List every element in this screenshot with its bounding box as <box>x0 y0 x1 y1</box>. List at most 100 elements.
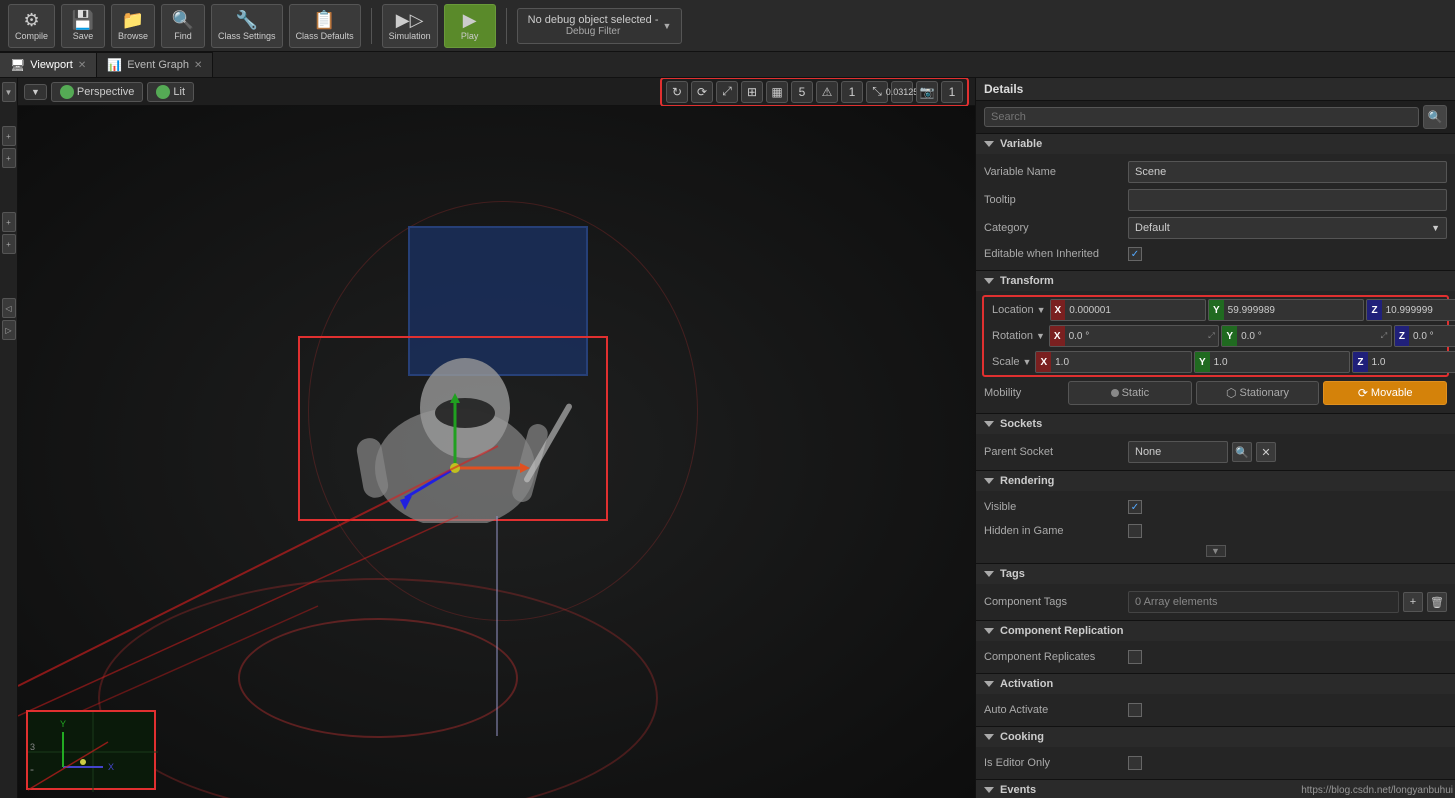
tab-viewport[interactable]: 🖥 Viewport ✕ <box>0 52 97 77</box>
tooltip-input[interactable] <box>1128 189 1447 211</box>
scale-z-field: Z <box>1352 351 1455 373</box>
extra-btn[interactable]: 1 <box>941 81 963 103</box>
tags-section-content: Component Tags 0 Array elements + 🗑 <box>976 584 1455 620</box>
rotation-x-input[interactable] <box>1065 326 1205 346</box>
sockets-section: Sockets Parent Socket 🔍 ✕ <box>976 414 1455 471</box>
transform-section: Transform Location ▼ X <box>976 271 1455 414</box>
browse-button[interactable]: 📁 Browse <box>111 4 155 48</box>
rotation-z-input[interactable] <box>1409 326 1455 346</box>
save-button[interactable]: 💾 Save <box>61 4 105 48</box>
scale-x-input[interactable] <box>1051 352 1191 372</box>
location-z-input[interactable] <box>1382 300 1455 320</box>
hidden-in-game-value <box>1128 524 1447 538</box>
rotation-x-expand[interactable]: ⤢ <box>1205 326 1219 346</box>
parent-socket-input[interactable] <box>1128 441 1228 463</box>
mobility-movable-button[interactable]: ⟳ Movable <box>1323 381 1447 405</box>
sidebar-btn-6[interactable]: ◁ <box>2 298 16 318</box>
variable-section-title[interactable]: Variable <box>976 134 1455 154</box>
class-defaults-button[interactable]: 📋 Class Defaults <box>289 4 361 48</box>
debug-filter-button[interactable]: No debug object selected - Debug Filter … <box>517 8 683 44</box>
details-header: Details <box>976 78 1455 101</box>
tab-event-graph[interactable]: 📊 Event Graph ✕ <box>97 52 213 77</box>
search-input[interactable] <box>984 107 1419 127</box>
component-replicates-checkbox[interactable] <box>1128 650 1142 664</box>
rendering-expand-btn[interactable]: ▼ <box>1206 545 1226 557</box>
component-tags-add-btn[interactable]: + <box>1403 592 1423 612</box>
sidebar-btn-2[interactable]: + <box>2 126 16 146</box>
is-editor-only-checkbox[interactable] <box>1128 756 1142 770</box>
angle-btn[interactable]: 1 <box>841 81 863 103</box>
vertical-gizmo-line <box>496 516 498 736</box>
camera-btn[interactable]: 📷 <box>916 81 938 103</box>
activation-section-content: Auto Activate <box>976 694 1455 726</box>
auto-activate-checkbox[interactable] <box>1128 703 1142 717</box>
viewport-canvas[interactable]: X Y 3 - <box>18 106 975 798</box>
transform-collapse-icon <box>984 278 994 284</box>
rotation-xyz-group: X ⤢ Y ⤢ Z <box>1049 325 1455 347</box>
scale-btn[interactable]: ⤢ <box>716 81 738 103</box>
activation-section-title[interactable]: Activation <box>976 674 1455 694</box>
parent-socket-clear-btn[interactable]: ✕ <box>1256 442 1276 462</box>
surface-btn[interactable]: ▦ <box>766 81 788 103</box>
cooking-collapse-icon <box>984 734 994 740</box>
simulation-button[interactable]: ▶▷ Simulation <box>382 4 438 48</box>
component-tags-delete-btn[interactable]: 🗑 <box>1427 592 1447 612</box>
parent-socket-row: Parent Socket 🔍 ✕ <box>976 438 1455 466</box>
transform-section-title[interactable]: Transform <box>976 271 1455 291</box>
editable-inherited-checkbox[interactable] <box>1128 247 1142 261</box>
rendering-section-title[interactable]: Rendering <box>976 471 1455 491</box>
perspective-button[interactable]: Perspective <box>51 82 143 102</box>
search-icon-button[interactable]: 🔍 <box>1423 105 1447 129</box>
sidebar-btn-5[interactable]: + <box>2 234 16 254</box>
speed-btn[interactable]: 0.03125 <box>891 81 913 103</box>
lit-button[interactable]: Lit <box>147 82 194 102</box>
mobility-label: Mobility <box>984 387 1064 399</box>
events-title-label: Events <box>1000 784 1036 796</box>
sidebar-btn-7[interactable]: ▷ <box>2 320 16 340</box>
grid-btn[interactable]: ⊞ <box>741 81 763 103</box>
mobility-stationary-button[interactable]: ⬡ Stationary <box>1196 381 1320 405</box>
cooking-section-title[interactable]: Cooking <box>976 727 1455 747</box>
auto-activate-label: Auto Activate <box>984 704 1124 716</box>
rotate-btn[interactable]: ↻ <box>666 81 688 103</box>
viewport-dropdown[interactable]: ▼ <box>24 84 47 100</box>
warn-btn[interactable]: ⚠ <box>816 81 838 103</box>
class-settings-button[interactable]: 🔧 Class Settings <box>211 4 283 48</box>
component-replicates-label: Component Replicates <box>984 651 1124 663</box>
component-replication-section-content: Component Replicates <box>976 641 1455 673</box>
translate-btn[interactable]: ⟳ <box>691 81 713 103</box>
move-btn[interactable]: ⤡ <box>866 81 888 103</box>
toolbar-separator-2 <box>506 8 507 44</box>
find-label: Find <box>174 31 192 41</box>
sidebar-btn-4[interactable]: + <box>2 212 16 232</box>
event-graph-tab-close[interactable]: ✕ <box>194 60 202 71</box>
variable-name-input[interactable] <box>1128 161 1447 183</box>
find-button[interactable]: 🔍 Find <box>161 4 205 48</box>
hidden-in-game-checkbox[interactable] <box>1128 524 1142 538</box>
visible-checkbox[interactable] <box>1128 500 1142 514</box>
tags-section-title[interactable]: Tags <box>976 564 1455 584</box>
scale-z-input[interactable] <box>1368 352 1455 372</box>
rotation-y-expand[interactable]: ⤢ <box>1377 326 1391 346</box>
rotation-y-input[interactable] <box>1237 326 1377 346</box>
variable-collapse-icon <box>984 141 994 147</box>
sidebar-btn-1[interactable]: ▼ <box>2 82 16 102</box>
location-y-input[interactable] <box>1224 300 1364 320</box>
sidebar-btn-3[interactable]: + <box>2 148 16 168</box>
scale-y-label: Y <box>1195 352 1210 372</box>
num1-btn[interactable]: 5 <box>791 81 813 103</box>
viewport-tab-close[interactable]: ✕ <box>78 60 86 71</box>
rotation-row: Rotation ▼ X ⤢ Y <box>984 323 1447 349</box>
watermark: https://blog.csdn.net/longyanbuhui <box>1301 785 1453 796</box>
parent-socket-search-btn[interactable]: 🔍 <box>1232 442 1252 462</box>
component-tags-label: Component Tags <box>984 596 1124 608</box>
scale-y-input[interactable] <box>1210 352 1350 372</box>
mobility-static-button[interactable]: Static <box>1068 381 1192 405</box>
sockets-section-title[interactable]: Sockets <box>976 414 1455 434</box>
rotation-z-label: Z <box>1395 326 1409 346</box>
category-select[interactable]: Default ▼ <box>1128 217 1447 239</box>
component-replication-section-title[interactable]: Component Replication <box>976 621 1455 641</box>
play-button[interactable]: ▶ Play <box>444 4 496 48</box>
location-x-input[interactable] <box>1065 300 1205 320</box>
compile-button[interactable]: ⚙ Compile <box>8 4 55 48</box>
